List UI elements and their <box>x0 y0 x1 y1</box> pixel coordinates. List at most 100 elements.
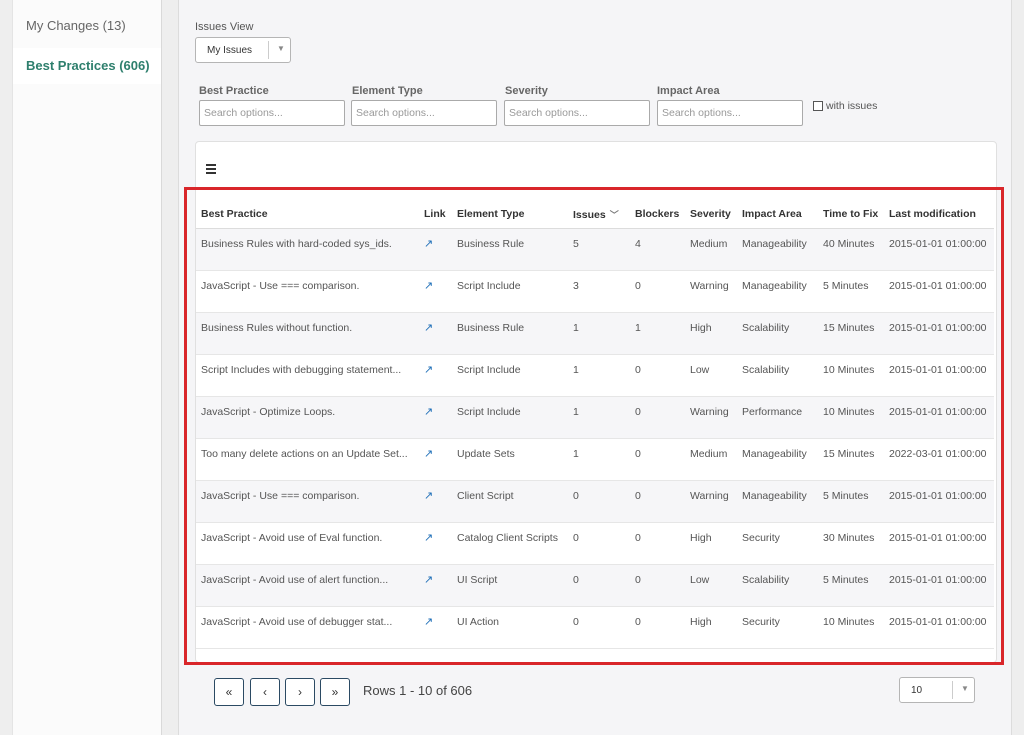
last-modification-cell: 2015-01-01 01:00:00 <box>884 270 994 313</box>
sidebar-item-my-changes[interactable]: My Changes (13) <box>13 8 161 44</box>
severity-search-input[interactable] <box>504 100 650 126</box>
time-to-fix-cell: 5 Minutes <box>818 480 884 523</box>
page-size-value: 10 <box>911 685 923 696</box>
issues-cell: 3 <box>568 270 630 313</box>
blockers-cell: 0 <box>630 480 685 523</box>
table-row[interactable]: JavaScript - Avoid use of alert function… <box>196 564 994 607</box>
with-issues-checkbox[interactable]: with issues <box>813 100 877 112</box>
link-cell[interactable]: ↗ <box>419 228 452 271</box>
external-link-icon[interactable]: ↗ <box>424 238 433 250</box>
issues-cell: 1 <box>568 354 630 397</box>
external-link-icon[interactable]: ↗ <box>424 280 433 292</box>
checkbox-box[interactable] <box>813 101 823 111</box>
impact-area-filter-label: Impact Area <box>657 85 720 97</box>
column-header-time-to-fix[interactable]: Time to Fix <box>818 200 884 229</box>
element-type-cell: Business Rule <box>452 228 568 271</box>
table-row[interactable]: Too many delete actions on an Update Set… <box>196 438 994 481</box>
best-practice-cell: JavaScript - Avoid use of Eval function. <box>196 522 419 565</box>
external-link-icon[interactable]: ↗ <box>424 406 433 418</box>
external-link-icon[interactable]: ↗ <box>424 616 433 628</box>
time-to-fix-cell: 5 Minutes <box>818 564 884 607</box>
column-header-best-practice[interactable]: Best Practice <box>196 200 419 229</box>
page-size-select[interactable]: 10 ▼ <box>899 677 975 703</box>
first-page-button[interactable]: « <box>214 678 244 706</box>
table-row[interactable]: JavaScript - Optimize Loops. ↗ Script Incl… <box>196 396 994 439</box>
time-to-fix-cell: 10 Minutes <box>818 606 884 649</box>
column-header-impact-area[interactable]: Impact Area <box>737 200 818 229</box>
time-to-fix-cell: 40 Minutes <box>818 228 884 271</box>
issues-view-label: Issues View <box>195 21 254 33</box>
element-type-cell: Script Include <box>452 396 568 439</box>
impact-area-cell: Manageability <box>737 228 818 271</box>
last-modification-cell: 2015-01-01 01:00:00 <box>884 522 994 565</box>
link-cell[interactable]: ↗ <box>419 270 452 313</box>
impact-area-cell: Scalability <box>737 354 818 397</box>
blockers-cell: 0 <box>630 522 685 565</box>
best-practice-cell: Too many delete actions on an Update Set… <box>196 438 419 481</box>
table-row[interactable]: Script Includes with debugging statement… <box>196 354 994 397</box>
link-cell[interactable]: ↗ <box>419 312 452 355</box>
previous-page-button[interactable]: ‹ <box>250 678 280 706</box>
best-practice-cell: JavaScript - Avoid use of alert function… <box>196 564 419 607</box>
column-header-severity[interactable]: Severity <box>685 200 737 229</box>
best-practice-cell: JavaScript - Optimize Loops. <box>196 396 419 439</box>
best-practice-cell: Business Rules without function. <box>196 312 419 355</box>
external-link-icon[interactable]: ↗ <box>424 490 433 502</box>
external-link-icon[interactable]: ↗ <box>424 364 433 376</box>
impact-area-search-input[interactable] <box>657 100 803 126</box>
external-link-icon[interactable]: ↗ <box>424 532 433 544</box>
element-type-cell: Catalog Client Scripts <box>452 522 568 565</box>
best-practice-search-input[interactable] <box>199 100 345 126</box>
last-page-button[interactable]: » <box>320 678 350 706</box>
issues-cell: 0 <box>568 606 630 649</box>
time-to-fix-cell: 5 Minutes <box>818 270 884 313</box>
last-modification-cell: 2015-01-01 01:00:00 <box>884 228 994 271</box>
time-to-fix-cell: 15 Minutes <box>818 438 884 481</box>
link-cell[interactable]: ↗ <box>419 438 452 481</box>
blockers-cell: 0 <box>630 438 685 481</box>
issues-view-value: My Issues <box>207 45 253 56</box>
table-row[interactable]: JavaScript - Use === comparison. ↗ Script … <box>196 270 994 313</box>
table-row[interactable]: JavaScript - Avoid use of debugger stat.… <box>196 606 994 649</box>
element-type-cell: Business Rule <box>452 312 568 355</box>
impact-area-cell: Security <box>737 606 818 649</box>
element-type-cell: Update Sets <box>452 438 568 481</box>
severity-cell: High <box>685 312 737 355</box>
last-modification-cell: 2015-01-01 01:00:00 <box>884 354 994 397</box>
issues-cell: 5 <box>568 228 630 271</box>
external-link-icon[interactable]: ↗ <box>424 322 433 334</box>
link-cell[interactable]: ↗ <box>419 522 452 565</box>
link-cell[interactable]: ↗ <box>419 480 452 523</box>
next-page-button[interactable]: › <box>285 678 315 706</box>
table-row[interactable]: JavaScript - Avoid use of Eval function.… <box>196 522 994 565</box>
issues-view-select[interactable]: My Issues ▼ <box>195 37 291 63</box>
severity-cell: Warning <box>685 480 737 523</box>
column-header-element-type[interactable]: Element Type <box>452 200 568 229</box>
column-header-link[interactable]: Link <box>419 200 452 229</box>
sidebar-item-best-practices[interactable]: Best Practices (606) <box>13 48 161 84</box>
severity-cell: Warning <box>685 396 737 439</box>
table-row[interactable]: JavaScript - Use === comparison. ↗ Client … <box>196 480 994 523</box>
table-row[interactable]: Business Rules with hard-coded sys_ids. ↗… <box>196 228 994 271</box>
column-header-blockers[interactable]: Blockers <box>630 200 685 229</box>
blockers-cell: 1 <box>630 312 685 355</box>
external-link-icon[interactable]: ↗ <box>424 448 433 460</box>
impact-area-cell: Performance <box>737 396 818 439</box>
hamburger-menu-icon[interactable] <box>206 164 216 176</box>
external-link-icon[interactable]: ↗ <box>424 574 433 586</box>
link-cell[interactable]: ↗ <box>419 606 452 649</box>
chevron-down-icon[interactable]: ﹀ <box>610 210 619 220</box>
link-cell[interactable]: ↗ <box>419 564 452 607</box>
link-cell[interactable]: ↗ <box>419 396 452 439</box>
element-type-search-input[interactable] <box>351 100 497 126</box>
link-cell[interactable]: ↗ <box>419 354 452 397</box>
select-divider <box>268 41 269 59</box>
best-practice-cell: Script Includes with debugging statement… <box>196 354 419 397</box>
table-row[interactable]: Business Rules without function. ↗ Busines… <box>196 312 994 355</box>
issues-cell: 1 <box>568 396 630 439</box>
blockers-cell: 0 <box>630 564 685 607</box>
column-header-issues[interactable]: Issues ﹀ <box>568 200 630 229</box>
column-header-last-modification[interactable]: Last modification <box>884 200 994 229</box>
impact-area-cell: Security <box>737 522 818 565</box>
issues-cell: 0 <box>568 480 630 523</box>
